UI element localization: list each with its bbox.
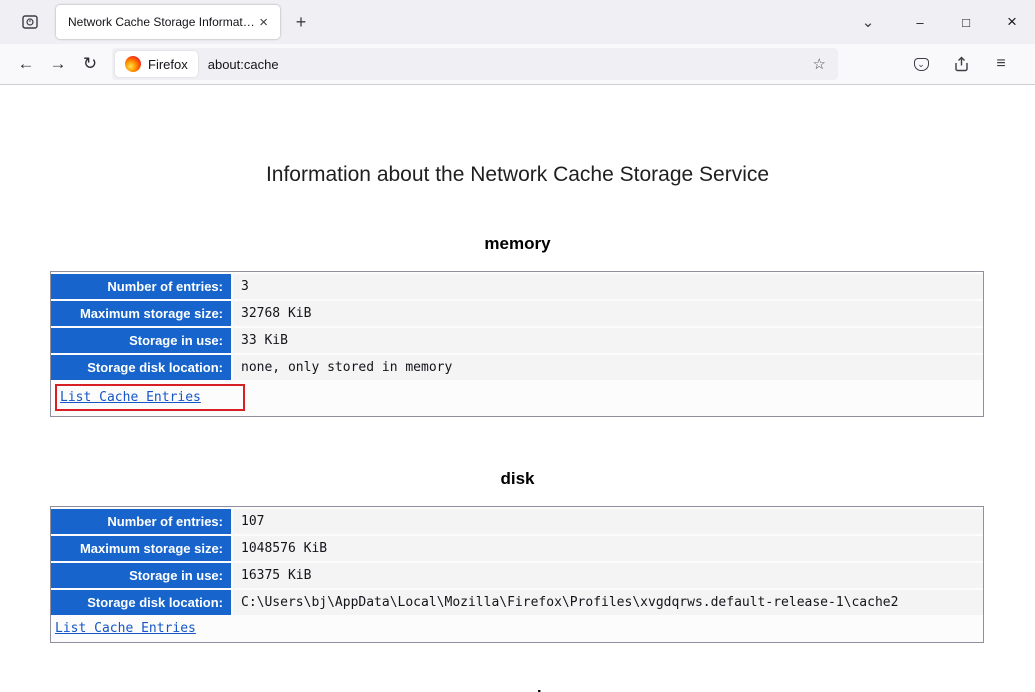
chevron-down-icon: ⌄	[861, 14, 875, 31]
back-icon: ←	[17, 54, 35, 73]
close-icon: ×	[1007, 12, 1017, 31]
firefox-logo-icon	[125, 56, 141, 72]
table-row: Number of entries: 107	[51, 509, 983, 534]
table-row: Storage in use: 16375 KiB	[51, 563, 983, 588]
back-button[interactable]: ←	[10, 48, 42, 80]
forward-icon: →	[49, 54, 67, 73]
url-bar[interactable]: Firefox about:cache ☆	[112, 48, 838, 80]
row-value: 107	[233, 509, 983, 534]
annotation-highlight-box: List Cache Entries	[55, 384, 245, 411]
memory-cache-table: Number of entries: 3 Maximum storage siz…	[50, 271, 984, 417]
plus-icon: +	[295, 11, 307, 32]
maximize-icon: □	[962, 14, 970, 30]
section-heading-memory: memory	[484, 234, 551, 253]
search-engine-chip[interactable]: Firefox	[115, 51, 198, 77]
page-title: Information about the Network Cache Stor…	[265, 163, 770, 186]
window-controls: – □ ×	[897, 0, 1035, 44]
share-icon	[954, 56, 968, 72]
row-label: Number of entries:	[51, 274, 231, 299]
minimize-icon: –	[916, 14, 924, 30]
browser-tab-active[interactable]: Network Cache Storage Information ×	[56, 5, 280, 39]
list-all-tabs-button[interactable]: ⌄	[853, 7, 883, 37]
forward-button[interactable]: →	[42, 48, 74, 80]
section-heading-disk: disk	[500, 469, 535, 488]
table-row: Storage disk location: none, only stored…	[51, 355, 983, 380]
list-cache-entries-link-memory[interactable]: List Cache Entries	[60, 390, 201, 405]
firefox-view-icon	[22, 15, 38, 29]
row-value: 1048576 KiB	[233, 536, 983, 561]
tab-close-icon[interactable]: ×	[255, 14, 272, 31]
share-button[interactable]	[946, 49, 976, 79]
link-row: List Cache Entries	[51, 615, 983, 640]
search-engine-label: Firefox	[148, 56, 188, 72]
row-label: Number of entries:	[51, 509, 231, 534]
row-label: Maximum storage size:	[51, 536, 231, 561]
partial-section-heading: appcache	[0, 687, 1035, 692]
row-value: 3	[233, 274, 983, 299]
hamburger-menu-icon: ≡	[996, 55, 1006, 72]
bookmark-star-button[interactable]: ☆	[807, 55, 832, 73]
table-row: Number of entries: 3	[51, 274, 983, 299]
disk-cache-table: Number of entries: 107 Maximum storage s…	[50, 506, 984, 643]
browser-titlebar: Network Cache Storage Information × + ⌄ …	[0, 0, 1035, 44]
row-label: Maximum storage size:	[51, 301, 231, 326]
pocket-chevron-glyph: ⌄	[917, 58, 925, 69]
pocket-icon: ⌄	[913, 57, 929, 71]
minimize-button[interactable]: –	[897, 0, 943, 44]
close-window-button[interactable]: ×	[989, 0, 1035, 44]
table-row: Maximum storage size: 32768 KiB	[51, 301, 983, 326]
reload-button[interactable]: ↻	[74, 48, 106, 80]
browser-navbar: ← → ↻ Firefox about:cache ☆ ⌄ ≡	[0, 44, 1035, 85]
row-label: Storage disk location:	[51, 355, 231, 380]
star-icon: ☆	[812, 56, 826, 73]
toolbar-icons: ⌄ ≡	[906, 49, 1016, 79]
row-value: C:\Users\bj\AppData\Local\Mozilla\Firefo…	[233, 590, 983, 615]
reload-icon: ↻	[82, 54, 98, 73]
link-row: List Cache Entries	[51, 380, 983, 414]
table-row: Storage disk location: C:\Users\bj\AppDa…	[51, 590, 983, 615]
new-tab-button[interactable]: +	[286, 7, 316, 37]
table-row: Storage in use: 33 KiB	[51, 328, 983, 353]
row-value: 32768 KiB	[233, 301, 983, 326]
list-cache-entries-link-disk[interactable]: List Cache Entries	[55, 621, 196, 636]
firefox-view-button[interactable]	[14, 6, 46, 38]
maximize-button[interactable]: □	[943, 0, 989, 44]
url-text[interactable]: about:cache	[208, 57, 807, 72]
tab-title: Network Cache Storage Information	[68, 15, 256, 29]
page-content: Information about the Network Cache Stor…	[0, 85, 1035, 692]
row-label: Storage in use:	[51, 328, 231, 353]
pocket-button[interactable]: ⌄	[906, 49, 936, 79]
row-value: 33 KiB	[233, 328, 983, 353]
row-label: Storage disk location:	[51, 590, 231, 615]
row-label: Storage in use:	[51, 563, 231, 588]
row-value: 16375 KiB	[233, 563, 983, 588]
app-menu-button[interactable]: ≡	[986, 49, 1016, 79]
row-value: none, only stored in memory	[233, 355, 983, 380]
table-row: Maximum storage size: 1048576 KiB	[51, 536, 983, 561]
